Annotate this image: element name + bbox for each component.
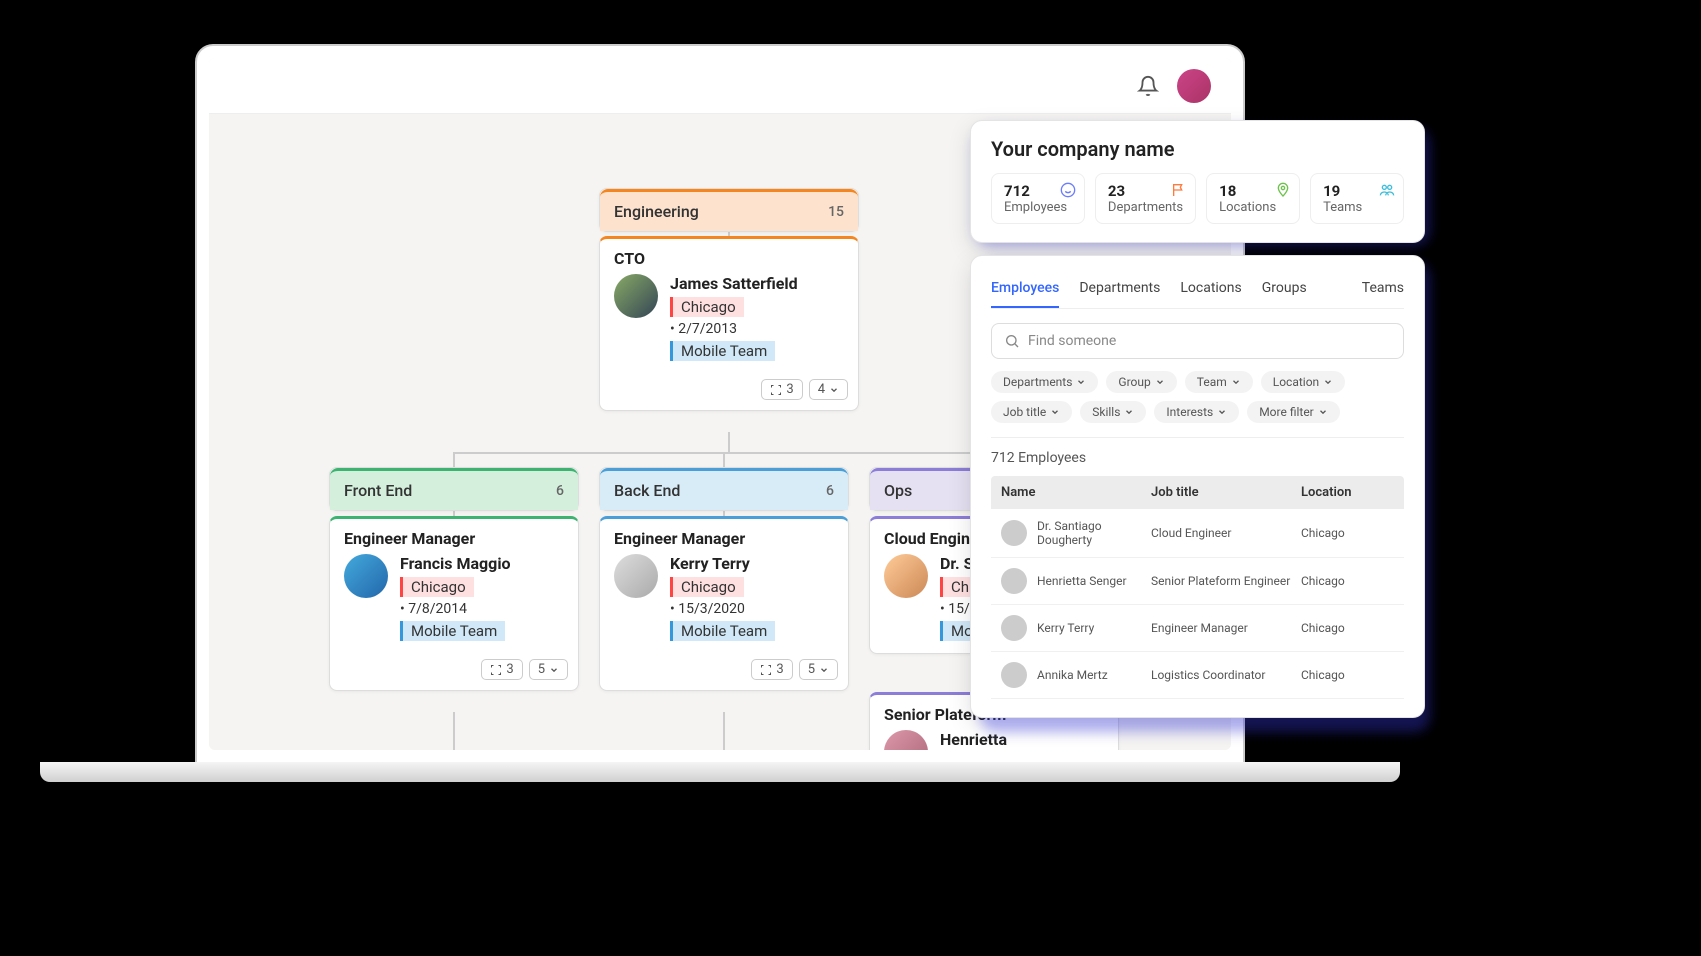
expand-button[interactable]: 5 (529, 659, 568, 680)
role-label: Engineer Manager (600, 519, 848, 554)
stat-employees[interactable]: 712 Employees (991, 173, 1085, 224)
focus-button[interactable]: 3 (481, 659, 522, 680)
cto-card[interactable]: CTO James Satterfield Chicago • 2/7/2013… (599, 236, 859, 411)
dept-count: 6 (826, 483, 834, 499)
dept-name: Engineering (614, 202, 699, 221)
pin-icon (1275, 182, 1291, 198)
stat-locations[interactable]: 18 Locations (1206, 173, 1300, 224)
row-avatar (1001, 520, 1027, 546)
search-placeholder: Find someone (1028, 333, 1116, 349)
person-name: Kerry Terry (670, 554, 775, 573)
focus-button[interactable]: 3 (761, 379, 802, 400)
row-avatar (1001, 662, 1027, 688)
person-avatar (344, 554, 388, 598)
team-tag: Mobile Team (670, 341, 775, 361)
tab-employees[interactable]: Employees (991, 274, 1059, 308)
stat-departments[interactable]: 23 Departments (1095, 173, 1196, 224)
col-location: Location (1301, 485, 1394, 500)
dept-name: Ops (884, 481, 912, 500)
notification-bell-icon[interactable] (1137, 75, 1159, 97)
company-stats-panel: Your company name 712 Employees 23 Depar… (970, 120, 1425, 243)
flag-icon (1171, 182, 1187, 198)
person-avatar (884, 554, 928, 598)
start-date: • 15/3/2020 (670, 601, 775, 617)
backend-manager-card[interactable]: Engineer Manager Kerry Terry Chicago • 1… (599, 516, 849, 691)
dept-name: Front End (344, 481, 412, 500)
location-tag: Chicago (670, 577, 744, 597)
expand-button[interactable]: 4 (809, 379, 848, 400)
dept-name: Back End (614, 481, 680, 500)
person-name: Henrietta (940, 730, 1015, 749)
tab-groups[interactable]: Groups (1262, 274, 1307, 308)
frontend-manager-card[interactable]: Engineer Manager Francis Maggio Chicago … (329, 516, 579, 691)
filter-skills[interactable]: Skills (1080, 401, 1146, 423)
connector (728, 432, 730, 452)
start-date: • 2/7/2013 (670, 321, 798, 337)
connector (723, 712, 725, 750)
tab-locations[interactable]: Locations (1180, 274, 1241, 308)
table-row[interactable]: Henrietta Senger Senior Plateform Engine… (991, 558, 1404, 605)
table-row[interactable]: Dr. Santiago Dougherty Cloud Engineer Ch… (991, 509, 1404, 558)
person-avatar (884, 730, 928, 750)
company-name: Your company name (991, 137, 1404, 161)
table-header: Name Job title Location (991, 476, 1404, 509)
filter-departments[interactable]: Departments (991, 371, 1098, 393)
laptop-base (40, 762, 1400, 782)
filter-interests[interactable]: Interests (1154, 401, 1239, 423)
users-icon (1379, 182, 1395, 198)
start-date: • 7/8/2014 (400, 601, 511, 617)
connector (453, 452, 455, 467)
team-tag: Mobile Team (670, 621, 775, 641)
dept-engineering[interactable]: Engineering 15 (599, 188, 859, 232)
connector (453, 452, 1005, 454)
connector (453, 712, 455, 750)
focus-button[interactable]: 3 (751, 659, 792, 680)
dept-backend[interactable]: Back End 6 (599, 467, 849, 511)
search-icon (1004, 333, 1020, 349)
filter-group[interactable]: Group (1106, 371, 1176, 393)
result-count: 712 Employees (991, 437, 1404, 466)
row-avatar (1001, 615, 1027, 641)
filter-chips: Departments Group Team Location Job titl… (991, 371, 1404, 423)
table-row[interactable]: Annika Mertz Logistics Coordinator Chica… (991, 652, 1404, 699)
top-bar (209, 58, 1231, 114)
filter-more[interactable]: More filter (1247, 401, 1340, 423)
user-avatar[interactable] (1177, 69, 1211, 103)
dept-count: 6 (556, 483, 564, 499)
smile-icon (1060, 182, 1076, 198)
directory-panel: Employees Departments Locations Groups T… (970, 255, 1425, 718)
dept-count: 15 (828, 204, 844, 220)
connector (723, 452, 725, 467)
role-label: Engineer Manager (330, 519, 578, 554)
tab-departments[interactable]: Departments (1079, 274, 1160, 308)
location-tag: Chicago (400, 577, 474, 597)
team-tag: Mobile Team (400, 621, 505, 641)
row-avatar (1001, 568, 1027, 594)
stat-teams[interactable]: 19 Teams (1310, 173, 1404, 224)
person-avatar (614, 554, 658, 598)
person-name: James Satterfield (670, 274, 798, 293)
filter-jobtitle[interactable]: Job title (991, 401, 1072, 423)
location-tag: Chicago (670, 297, 744, 317)
search-input[interactable]: Find someone (991, 323, 1404, 359)
person-avatar (614, 274, 658, 318)
role-label: CTO (600, 239, 858, 274)
filter-location[interactable]: Location (1261, 371, 1345, 393)
col-jobtitle: Job title (1151, 485, 1301, 500)
dept-frontend[interactable]: Front End 6 (329, 467, 579, 511)
person-name: Francis Maggio (400, 554, 511, 573)
directory-tabs: Employees Departments Locations Groups T… (991, 274, 1404, 309)
tab-teams[interactable]: Teams (1362, 274, 1404, 308)
expand-button[interactable]: 5 (799, 659, 838, 680)
table-row[interactable]: Kerry Terry Engineer Manager Chicago (991, 605, 1404, 652)
filter-team[interactable]: Team (1185, 371, 1253, 393)
col-name: Name (1001, 485, 1151, 500)
